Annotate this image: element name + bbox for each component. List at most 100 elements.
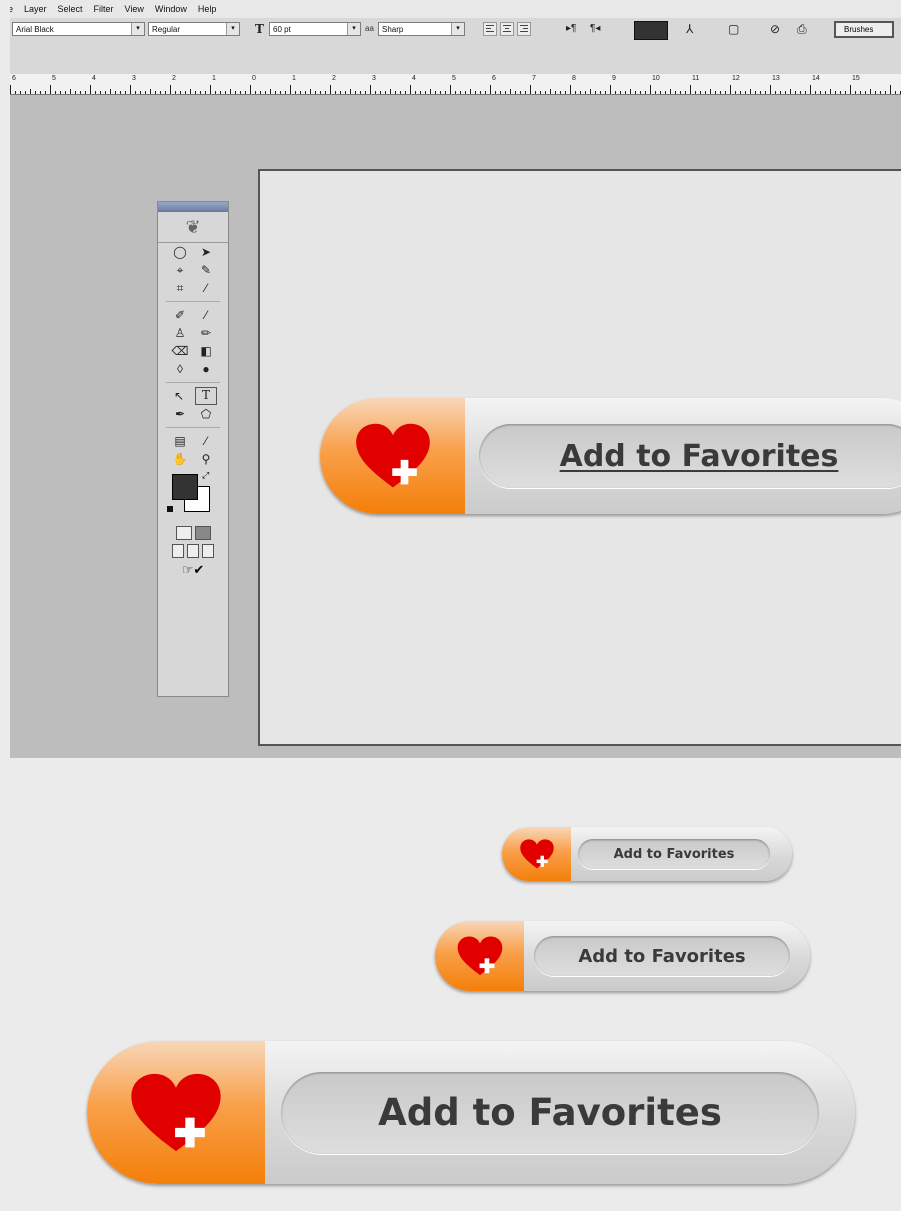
ruler-tick xyxy=(270,89,271,94)
ruler-tick xyxy=(115,91,116,94)
screen-mode-full-menu-icon[interactable] xyxy=(187,544,199,558)
notes-tool-icon[interactable]: ▤ xyxy=(170,432,190,450)
history-brush-icon[interactable]: ✏ xyxy=(196,324,216,342)
align-right-button[interactable] xyxy=(517,22,531,36)
ruler-tick xyxy=(425,91,426,94)
pen-tool-icon[interactable]: ✒ xyxy=(170,405,190,423)
ruler-tick xyxy=(55,91,56,94)
gradient-tool-icon[interactable]: ◧ xyxy=(196,342,216,360)
ruler-tick xyxy=(780,91,781,94)
swap-colors-icon[interactable]: ⤢ xyxy=(202,470,209,481)
horizontal-ruler: 6 5 4 3 2 1 0 1 2 3 4 5 6 7 8 9 10 11 12 13 14 15 xyxy=(10,74,901,95)
ruler-tick xyxy=(755,91,756,94)
ruler-tick xyxy=(630,89,631,94)
favorites-button-medium[interactable]: Add to Favorites xyxy=(435,921,810,991)
ruler-tick xyxy=(645,91,646,94)
ruler-tick xyxy=(890,85,891,94)
screen-mode-full-icon[interactable] xyxy=(202,544,214,558)
menu-item-select[interactable]: Select xyxy=(58,4,83,14)
font-family-select[interactable]: Arial Black ▾ xyxy=(12,22,145,36)
brush-tool-icon[interactable]: ⁄ xyxy=(196,306,216,324)
document-canvas[interactable]: Add to Favorites xyxy=(258,169,901,746)
ruler-label: 13 xyxy=(772,75,780,82)
ruler-tick xyxy=(175,91,176,94)
ruler-tick xyxy=(210,85,211,94)
eraser-tool-icon[interactable]: ⌫ xyxy=(170,342,190,360)
ruler-tick xyxy=(400,91,401,94)
ruler-tick xyxy=(540,91,541,94)
button-label: Add to Favorites xyxy=(534,936,790,976)
ruler-label: 5 xyxy=(452,75,456,82)
ruler-tick xyxy=(265,91,266,94)
ruler-tick xyxy=(405,91,406,94)
blur-tool-icon[interactable]: ◊ xyxy=(170,360,190,378)
favorites-button-large[interactable]: Add to Favorites xyxy=(87,1041,855,1184)
ruler-label: 11 xyxy=(692,75,700,82)
menu-item-view[interactable]: View xyxy=(125,4,144,14)
menu-item-image[interactable]: ge xyxy=(10,4,13,14)
commit-icon[interactable]: ⎙ xyxy=(797,21,807,37)
ruler-tick xyxy=(650,85,651,94)
menu-item-filter[interactable]: Filter xyxy=(94,4,114,14)
rtl-icon[interactable]: ¶◂ xyxy=(590,21,600,37)
tools-panel-header[interactable] xyxy=(158,202,228,212)
menu-item-window[interactable]: Window xyxy=(155,4,187,14)
hand-tool-icon[interactable]: ✋ xyxy=(170,450,190,468)
font-size-select[interactable]: 60 pt ▾ xyxy=(269,22,361,36)
align-center-button[interactable] xyxy=(500,22,514,36)
warp-text-icon[interactable]: ⅄ xyxy=(686,21,693,37)
default-colors-icon[interactable] xyxy=(167,506,173,512)
ruler-label: 8 xyxy=(572,75,576,82)
antialias-select[interactable]: Sharp ▾ xyxy=(378,22,465,36)
menu-item-layer[interactable]: Layer xyxy=(24,4,47,14)
zoom-tool-icon[interactable]: ⚲ xyxy=(196,450,216,468)
dodge-tool-icon[interactable]: ● xyxy=(196,360,216,378)
ltr-icon[interactable]: ▸¶ xyxy=(566,21,576,37)
ruler-tick xyxy=(640,91,641,94)
ruler-tick xyxy=(660,91,661,94)
path-select-icon[interactable]: ↖ xyxy=(169,387,189,405)
ruler-tick xyxy=(810,85,811,94)
ruler-tick xyxy=(550,89,551,94)
favorites-button-small[interactable]: Add to Favorites xyxy=(502,827,792,881)
ruler-tick xyxy=(570,85,571,94)
ruler-tick xyxy=(30,89,31,94)
crop-tool-icon[interactable]: ⌗ xyxy=(170,279,190,297)
shape-tool-icon[interactable]: ⬠ xyxy=(196,405,216,423)
ruler-tick xyxy=(65,91,66,94)
ruler-tick xyxy=(450,85,451,94)
screen-mode-standard-icon[interactable] xyxy=(172,544,184,558)
eyedropper-icon[interactable]: ⁄ xyxy=(196,432,216,450)
clone-stamp-icon[interactable]: ♙ xyxy=(170,324,190,342)
ruler-tick xyxy=(710,89,711,94)
ruler-tick xyxy=(295,91,296,94)
ruler-tick xyxy=(110,89,111,94)
align-left-button[interactable] xyxy=(483,22,497,36)
foreground-color-swatch[interactable] xyxy=(172,474,198,500)
ruler-tick xyxy=(430,89,431,94)
healing-brush-icon[interactable]: ✐ xyxy=(170,306,190,324)
standard-mode-icon[interactable] xyxy=(175,526,192,540)
menu-item-help[interactable]: Help xyxy=(198,4,217,14)
text-color-swatch[interactable] xyxy=(634,21,668,40)
imageready-jump-icon[interactable]: ☞✔ xyxy=(182,562,205,578)
font-style-select[interactable]: Regular ▾ xyxy=(148,22,240,36)
lasso-icon[interactable]: ◯ xyxy=(170,243,190,261)
ruler-tick xyxy=(445,91,446,94)
quick-mask-icon[interactable] xyxy=(194,526,211,540)
ruler-tick xyxy=(520,91,521,94)
menu-bar: ge Layer Select Filter View Window Help xyxy=(10,0,901,18)
type-tool-icon[interactable]: T xyxy=(195,387,217,405)
slice-tool-icon[interactable]: ⁄ xyxy=(196,279,216,297)
ruler-label: 3 xyxy=(372,75,376,82)
ruler-tick xyxy=(515,91,516,94)
move-tool-icon[interactable]: ➤ xyxy=(196,243,216,261)
cancel-icon[interactable]: ⊘ xyxy=(770,21,780,37)
character-panel-icon[interactable]: ▢ xyxy=(728,21,739,37)
brushes-palette-tab[interactable]: Brushes xyxy=(834,21,894,38)
polygon-lasso-icon[interactable]: ⌖ xyxy=(170,261,190,279)
magic-wand-icon[interactable]: ✎ xyxy=(196,261,216,279)
ruler-tick xyxy=(875,91,876,94)
favorites-text-being-edited[interactable]: Add to Favorites xyxy=(560,439,839,474)
ruler-tick xyxy=(835,91,836,94)
